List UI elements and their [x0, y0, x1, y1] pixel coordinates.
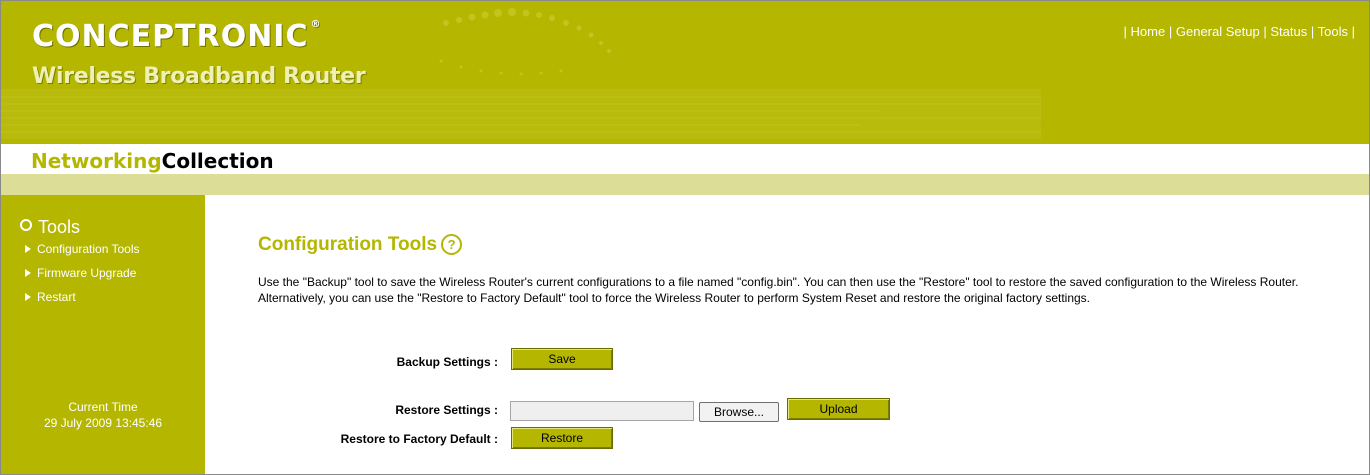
arrow-right-icon: [25, 245, 31, 253]
sidebar-item-label: Configuration Tools: [37, 242, 140, 256]
sidebar-item-label: Restart: [37, 290, 76, 304]
router-admin-page: CONCEPTRONIC ® Wireless Broadband Router …: [0, 0, 1370, 475]
top-navigation: | Home | General Setup | Status | Tools …: [1124, 24, 1355, 39]
nav-separator: |: [1168, 24, 1173, 39]
registered-mark: ®: [310, 19, 322, 30]
restore-settings-label: Restore Settings :: [395, 403, 498, 417]
sidebar-item-restart[interactable]: Restart: [25, 290, 76, 304]
help-icon[interactable]: ?: [441, 234, 463, 255]
logo-text: CONCEPTRONIC: [32, 19, 309, 54]
backup-settings-label: Backup Settings :: [396, 355, 498, 369]
nav-separator: |: [1310, 24, 1315, 39]
circle-bullet-icon: [20, 219, 32, 231]
sidebar-item-configuration-tools[interactable]: Configuration Tools: [25, 242, 140, 256]
page-description: Use the "Backup" tool to save the Wirele…: [258, 275, 1299, 305]
nav-separator: |: [1123, 24, 1127, 39]
nav-tools-link[interactable]: Tools: [1318, 24, 1348, 39]
restore-button[interactable]: Restore: [511, 427, 613, 449]
browse-button[interactable]: Browse...: [699, 402, 779, 422]
upload-button[interactable]: Upload: [787, 398, 890, 420]
page-title-text: Configuration Tools: [258, 234, 438, 255]
nav-status-link[interactable]: Status: [1270, 24, 1307, 39]
sidebar-title: Tools: [20, 217, 80, 238]
current-time-value: 29 July 2009 13:45:46: [43, 416, 163, 430]
save-button[interactable]: Save: [511, 348, 613, 370]
sidebar-title-label: Tools: [38, 217, 81, 237]
sidebar: Tools Configuration Tools Firmware Upgra…: [1, 195, 205, 474]
arrow-right-icon: [25, 293, 31, 301]
nav-separator: |: [1263, 24, 1267, 39]
product-name: Wireless Broadband Router: [32, 64, 366, 89]
current-time-label: Current Time: [68, 400, 138, 414]
conceptronic-logo: CONCEPTRONIC ®: [32, 19, 321, 54]
sidebar-item-label: Firmware Upgrade: [37, 266, 137, 280]
header-divider-stripe: [1, 174, 1369, 195]
page-title: Configuration Tools?: [258, 234, 463, 256]
collection-logo: NetworkingCollection: [31, 149, 274, 173]
nav-general-setup-link[interactable]: General Setup: [1176, 24, 1260, 39]
collection-word-collection: Collection: [161, 149, 274, 173]
restore-file-input[interactable]: [510, 401, 694, 421]
arrow-right-icon: [25, 269, 31, 277]
sidebar-item-firmware-upgrade[interactable]: Firmware Upgrade: [25, 266, 136, 280]
networking-collection-bar: NetworkingCollection: [1, 144, 1369, 174]
restore-factory-default-label: Restore to Factory Default :: [340, 432, 498, 446]
nav-separator: |: [1351, 24, 1355, 39]
collection-word-networking: Networking: [31, 149, 162, 173]
header-banner: CONCEPTRONIC ® Wireless Broadband Router …: [1, 1, 1369, 144]
nav-home-link[interactable]: Home: [1131, 24, 1166, 39]
